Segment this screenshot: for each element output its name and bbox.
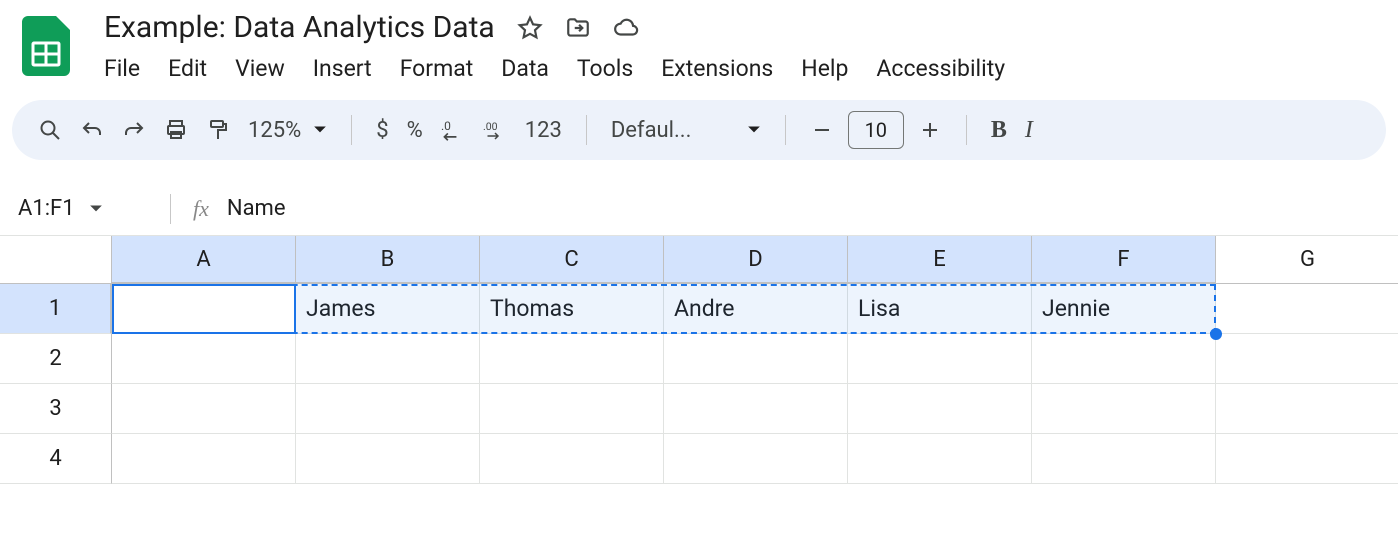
- cell-c1[interactable]: Thomas: [480, 284, 664, 334]
- bold-button[interactable]: B: [991, 114, 1007, 146]
- fx-icon: fx: [193, 196, 209, 222]
- zoom-dropdown[interactable]: 125%: [248, 118, 327, 143]
- col-head-g[interactable]: G: [1216, 236, 1398, 284]
- row-head-2[interactable]: 2: [0, 334, 112, 384]
- col-head-c[interactable]: C: [480, 236, 664, 284]
- cell-g2[interactable]: [1216, 334, 1398, 384]
- select-all-corner[interactable]: [0, 236, 112, 284]
- menu-help[interactable]: Help: [801, 55, 848, 82]
- menu-edit[interactable]: Edit: [168, 55, 207, 82]
- svg-text:.0: .0: [441, 119, 451, 133]
- separator: [966, 115, 967, 145]
- cell-a3[interactable]: [112, 384, 296, 434]
- toolbar: 125% $ % .0 .00 123 Defaul... 10 B I: [12, 100, 1386, 160]
- row-head-1[interactable]: 1: [0, 284, 112, 334]
- percent-button[interactable]: %: [407, 114, 423, 146]
- menu-insert[interactable]: Insert: [313, 55, 372, 82]
- menu-bar: File Edit View Insert Format Data Tools …: [104, 55, 1005, 82]
- name-box[interactable]: A1:F1: [0, 196, 170, 221]
- undo-button[interactable]: [80, 114, 104, 146]
- cell-a2[interactable]: [112, 334, 296, 384]
- spreadsheet-grid[interactable]: A B C D E F G 1 Name James Thomas Andre …: [0, 236, 1398, 484]
- cell-f4[interactable]: [1032, 434, 1216, 484]
- cell-g4[interactable]: [1216, 434, 1398, 484]
- document-title[interactable]: Example: Data Analytics Data: [104, 10, 495, 45]
- cell-d2[interactable]: [664, 334, 848, 384]
- redo-button[interactable]: [122, 114, 146, 146]
- font-family-dropdown[interactable]: Defaul...: [611, 118, 761, 143]
- cell-f2[interactable]: [1032, 334, 1216, 384]
- sheets-logo[interactable]: [16, 16, 76, 76]
- separator: [351, 115, 352, 145]
- chevron-down-icon: [313, 123, 327, 137]
- increase-decimal-button[interactable]: .00: [483, 114, 507, 146]
- number-format-button[interactable]: 123: [525, 114, 562, 146]
- cell-d3[interactable]: [664, 384, 848, 434]
- cell-c3[interactable]: [480, 384, 664, 434]
- paint-format-button[interactable]: [206, 114, 230, 146]
- italic-button[interactable]: I: [1025, 114, 1033, 146]
- menu-file[interactable]: File: [104, 55, 140, 82]
- name-box-value: A1:F1: [18, 196, 75, 221]
- formula-input[interactable]: Name: [227, 196, 286, 221]
- cell-g1[interactable]: [1216, 284, 1398, 334]
- chevron-down-icon: [747, 123, 761, 137]
- cell-c2[interactable]: [480, 334, 664, 384]
- formula-bar-row: A1:F1 fx Name: [0, 182, 1398, 236]
- menu-accessibility[interactable]: Accessibility: [876, 55, 1005, 82]
- cell-d4[interactable]: [664, 434, 848, 484]
- search-icon[interactable]: [38, 114, 62, 146]
- menu-tools[interactable]: Tools: [577, 55, 633, 82]
- row-head-3[interactable]: 3: [0, 384, 112, 434]
- menu-data[interactable]: Data: [501, 55, 549, 82]
- cell-f1[interactable]: Jennie: [1032, 284, 1216, 334]
- col-head-a[interactable]: A: [112, 236, 296, 284]
- cell-f3[interactable]: [1032, 384, 1216, 434]
- cloud-status-icon[interactable]: [613, 15, 639, 41]
- col-head-d[interactable]: D: [664, 236, 848, 284]
- cell-c4[interactable]: [480, 434, 664, 484]
- cell-e1[interactable]: Lisa: [848, 284, 1032, 334]
- col-head-b[interactable]: B: [296, 236, 480, 284]
- cell-e3[interactable]: [848, 384, 1032, 434]
- font-size-input[interactable]: 10: [848, 111, 904, 149]
- menu-format[interactable]: Format: [400, 55, 474, 82]
- separator: [785, 115, 786, 145]
- cell-e2[interactable]: [848, 334, 1032, 384]
- col-head-f[interactable]: F: [1032, 236, 1216, 284]
- cell-b4[interactable]: [296, 434, 480, 484]
- menu-extensions[interactable]: Extensions: [661, 55, 773, 82]
- currency-button[interactable]: $: [376, 114, 388, 146]
- chevron-down-icon: [89, 202, 103, 216]
- svg-text:.00: .00: [483, 120, 498, 133]
- cell-d1[interactable]: Andre: [664, 284, 848, 334]
- app-header: Example: Data Analytics Data File Edit V…: [0, 0, 1398, 82]
- cell-e4[interactable]: [848, 434, 1032, 484]
- cell-b3[interactable]: [296, 384, 480, 434]
- cell-g3[interactable]: [1216, 384, 1398, 434]
- decrease-font-button[interactable]: [810, 114, 834, 146]
- decrease-decimal-button[interactable]: .0: [441, 114, 465, 146]
- cell-b2[interactable]: [296, 334, 480, 384]
- menu-view[interactable]: View: [235, 55, 285, 82]
- cell-b1[interactable]: James: [296, 284, 480, 334]
- row-head-4[interactable]: 4: [0, 434, 112, 484]
- col-head-e[interactable]: E: [848, 236, 1032, 284]
- cell-a1[interactable]: Name: [112, 284, 296, 334]
- cell-a4[interactable]: [112, 434, 296, 484]
- increase-font-button[interactable]: [918, 114, 942, 146]
- zoom-value: 125%: [248, 118, 301, 143]
- separator: [586, 115, 587, 145]
- star-icon[interactable]: [517, 15, 543, 41]
- print-button[interactable]: [164, 114, 188, 146]
- move-icon[interactable]: [565, 15, 591, 41]
- font-name-label: Defaul...: [611, 118, 692, 143]
